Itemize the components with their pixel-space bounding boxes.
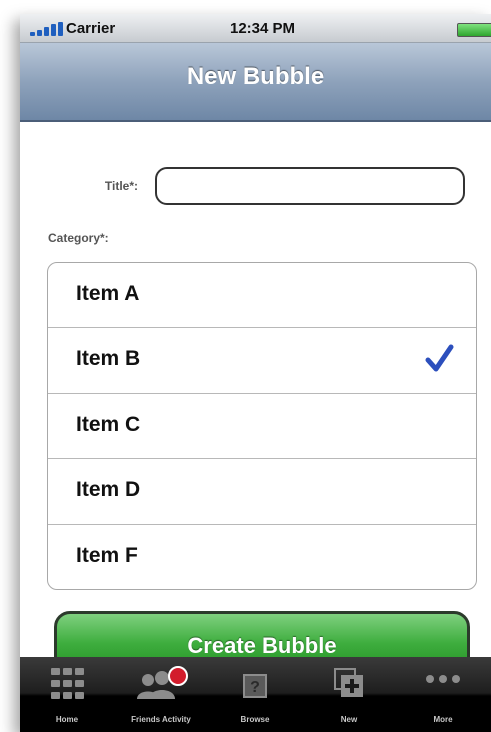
more-dots-icon (426, 675, 460, 683)
tab-browse[interactable]: ? Browse (208, 657, 302, 732)
new-plus-icon (334, 668, 363, 697)
tab-more[interactable]: More (396, 657, 490, 732)
category-row-label: Item C (76, 412, 141, 436)
navigation-bar: New Bubble (20, 43, 491, 122)
page-title: New Bubble (186, 63, 325, 90)
people-icon (137, 666, 188, 699)
category-row-item-a[interactable]: Item A (48, 263, 476, 329)
category-row-label: Item B (76, 347, 141, 371)
category-list: Item A Item B Item C Item D Item F (47, 262, 477, 590)
tab-label: New (340, 715, 358, 724)
category-row-item-f[interactable]: Item F (48, 525, 476, 589)
category-row-label: Item D (76, 478, 141, 502)
category-row-item-d[interactable]: Item D (48, 459, 476, 525)
svg-text:?: ? (250, 679, 260, 696)
tab-bar: Home Friends Activity ? Browse New More (20, 657, 491, 732)
category-row-label: Item A (76, 282, 140, 305)
battery-icon (457, 23, 491, 37)
status-time: 12:34 PM (230, 20, 296, 37)
tab-friends-activity[interactable]: Friends Activity (114, 657, 208, 732)
checkmark-icon (425, 344, 454, 372)
tab-label: Browse (240, 715, 270, 724)
category-row-item-b[interactable]: Item B (48, 328, 476, 394)
question-box-icon: ? (243, 674, 267, 698)
category-row-item-c[interactable]: Item C (48, 394, 476, 460)
title-label: Title*: (104, 179, 138, 193)
title-input[interactable] (155, 167, 465, 205)
signal-strength-icon (30, 22, 64, 36)
tab-home[interactable]: Home (20, 657, 114, 732)
tab-label: Friends Activity (131, 715, 191, 724)
iphone-screen: Carrier 12:34 PM New Bubble Title*: Cate… (20, 14, 491, 732)
tab-label: More (433, 715, 453, 724)
tab-label: Home (55, 715, 79, 724)
category-row-label: Item F (76, 543, 138, 567)
grid-icon (51, 668, 84, 699)
category-label: Category*: (48, 231, 109, 245)
carrier-name: Carrier (66, 20, 116, 37)
notification-badge (168, 666, 188, 686)
tab-new[interactable]: New (302, 657, 396, 732)
status-bar: Carrier 12:34 PM (20, 14, 491, 43)
